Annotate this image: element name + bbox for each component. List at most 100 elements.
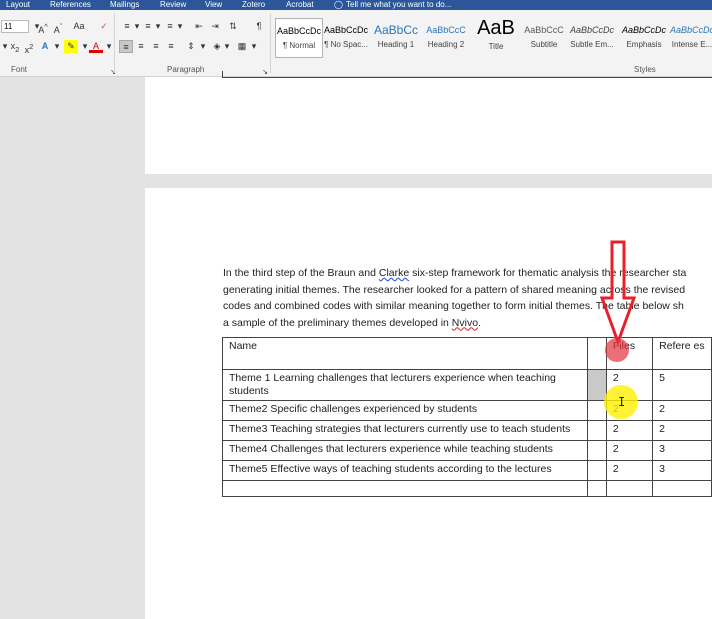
style-heading-1[interactable]: AaBbCc Heading 1 [372, 18, 420, 58]
table-row [221, 480, 712, 497]
chevron-down-icon[interactable]: ▾ [247, 40, 261, 53]
style-heading-2[interactable]: AaBbCcC Heading 2 [422, 18, 470, 58]
chevron-down-icon[interactable]: ▾ [173, 20, 187, 33]
style-title[interactable]: AaB Title [472, 18, 520, 58]
style-name: Heading 2 [427, 40, 465, 49]
style-sample: AaBbCcDc [323, 25, 368, 35]
cell-references[interactable]: 2 [652, 420, 712, 441]
cell-empty[interactable] [587, 440, 607, 461]
chevron-down-icon[interactable]: ▾ [196, 40, 210, 53]
style-name: Subtitle [530, 40, 558, 49]
style-name: Title [488, 42, 504, 51]
cell-name[interactable] [221, 480, 589, 497]
separator [270, 13, 271, 73]
font-color-button[interactable]: A [89, 40, 103, 53]
home-ribbon: 11 ▾ A^ Aˇ Aa ✓ ▾ x2 x2 A ▾ ✎ ▾ A ▾ Font… [0, 10, 712, 77]
style-subtitle[interactable]: AaBbCcC Subtitle [520, 18, 568, 58]
cell-references[interactable]: 5 [652, 369, 712, 401]
header-references[interactable]: Refere es [652, 337, 712, 370]
tab-references[interactable]: References [50, 0, 91, 9]
cell-empty[interactable] [587, 460, 607, 481]
justify-icon[interactable]: ≡ [164, 40, 178, 53]
style-sample: AaBbCc [373, 24, 419, 36]
lightbulb-icon: ◯ [334, 0, 343, 9]
style-name: Subtle Em... [570, 40, 614, 49]
cell-files[interactable]: 2 [605, 420, 654, 441]
cell-name[interactable]: Theme4 Challenges that lecturers experie… [221, 440, 589, 461]
change-case-button[interactable]: Aa [70, 20, 88, 33]
style-subtle-em[interactable]: AaBbCcDc Subtle Em... [568, 18, 616, 58]
table-edge [222, 71, 223, 78]
style-name: Intense E... [671, 40, 712, 49]
increase-indent-icon[interactable]: ⇥ [208, 20, 222, 33]
cell-name[interactable]: Theme5 Effective ways of teaching studen… [221, 460, 589, 481]
document-page-previous [145, 71, 712, 174]
font-size-box[interactable]: 11 [1, 20, 29, 33]
cell-files[interactable] [605, 480, 654, 497]
style-sample: AaBbCcC [524, 25, 564, 35]
cell-empty[interactable] [587, 420, 607, 441]
tab-mailings[interactable]: Mailings [110, 0, 139, 9]
font-dialog-launcher-icon[interactable]: ↘ [106, 66, 120, 79]
sort-icon[interactable]: ⇅ [226, 20, 240, 33]
subscript-button[interactable]: x2 [8, 40, 22, 54]
header-name[interactable]: Name [221, 337, 589, 370]
separator [114, 13, 115, 73]
misspelled-word[interactable]: Nvivo [452, 317, 478, 329]
group-label-font: Font [11, 65, 28, 74]
style-name: ¶ No Spac... [324, 40, 368, 49]
superscript-button[interactable]: x2 [22, 40, 36, 55]
tab-layout[interactable]: Layout [6, 0, 30, 9]
style-name: Heading 1 [377, 40, 415, 49]
align-right-icon[interactable]: ≡ [149, 40, 163, 53]
cell-files[interactable]: 2 [605, 440, 654, 461]
cell-references[interactable]: 3 [652, 460, 712, 481]
style-name: ¶ Normal [282, 41, 316, 50]
table-row: Theme5 Effective ways of teaching studen… [221, 460, 712, 481]
ribbon-tabs: Layout References Mailings Review View Z… [0, 0, 712, 10]
text-cursor-icon: I [618, 395, 626, 409]
cell-references[interactable]: 2 [652, 400, 712, 421]
show-formatting-icon[interactable]: ¶ [252, 20, 266, 33]
group-label-paragraph: Paragraph [167, 65, 205, 74]
cell-references[interactable] [652, 480, 712, 497]
table-row: Theme2 Specific challenges experienced b… [221, 400, 712, 421]
style-sample: AaBbCcDc [621, 25, 666, 35]
cell-name[interactable]: Theme2 Specific challenges experienced b… [221, 400, 589, 421]
style-intense-e[interactable]: AaBbCcDc Intense E... [668, 18, 712, 58]
tab-view[interactable]: View [205, 0, 222, 9]
group-label-styles: Styles [634, 65, 656, 74]
click-indicator [605, 338, 629, 362]
style-no-spac[interactable]: AaBbCcDc ¶ No Spac... [322, 18, 370, 58]
style-name: Emphasis [626, 40, 662, 49]
clear-formatting-icon[interactable]: ✓ [97, 20, 111, 33]
cell-references[interactable]: 3 [652, 440, 712, 461]
grow-font-button[interactable]: A^ [36, 20, 50, 35]
cell-name[interactable]: Theme3 Teaching strategies that lecturer… [221, 420, 589, 441]
tab-review[interactable]: Review [160, 0, 186, 9]
style-sample: AaBbCcDc [276, 26, 321, 36]
cell-files[interactable]: 2 [605, 460, 654, 481]
style-normal[interactable]: AaBbCcDc ¶ Normal [275, 18, 323, 58]
highlight-icon[interactable]: ✎ [64, 40, 78, 53]
align-left-icon[interactable]: ≡ [119, 40, 133, 53]
cell-name[interactable]: Theme 1 Learning challenges that lecture… [221, 369, 589, 401]
style-sample: AaBbCcDc [569, 25, 614, 35]
cell-empty[interactable] [587, 480, 607, 497]
decrease-indent-icon[interactable]: ⇤ [192, 20, 206, 33]
style-sample: AaBbCcC [426, 25, 466, 35]
cell-empty[interactable] [587, 369, 607, 401]
style-sample: AaB [477, 18, 515, 38]
themes-table: Name Files Refere es Theme 1 Learning ch… [221, 337, 712, 497]
chevron-down-icon[interactable]: ▾ [220, 40, 234, 53]
shrink-font-button[interactable]: Aˇ [51, 20, 65, 35]
table-row: Theme3 Teaching strategies that lecturer… [221, 420, 712, 441]
tell-me-search[interactable]: Tell me what you want to do... [346, 0, 451, 9]
tab-acrobat[interactable]: Acrobat [286, 0, 314, 9]
align-center-icon[interactable]: ≡ [134, 40, 148, 53]
chevron-down-icon[interactable]: ▾ [50, 40, 64, 53]
style-emphasis[interactable]: AaBbCcDc Emphasis [620, 18, 668, 58]
misspelled-word[interactable]: Clarke [379, 267, 409, 279]
tab-zotero[interactable]: Zotero [242, 0, 265, 9]
red-arrow-annotation [600, 240, 636, 346]
